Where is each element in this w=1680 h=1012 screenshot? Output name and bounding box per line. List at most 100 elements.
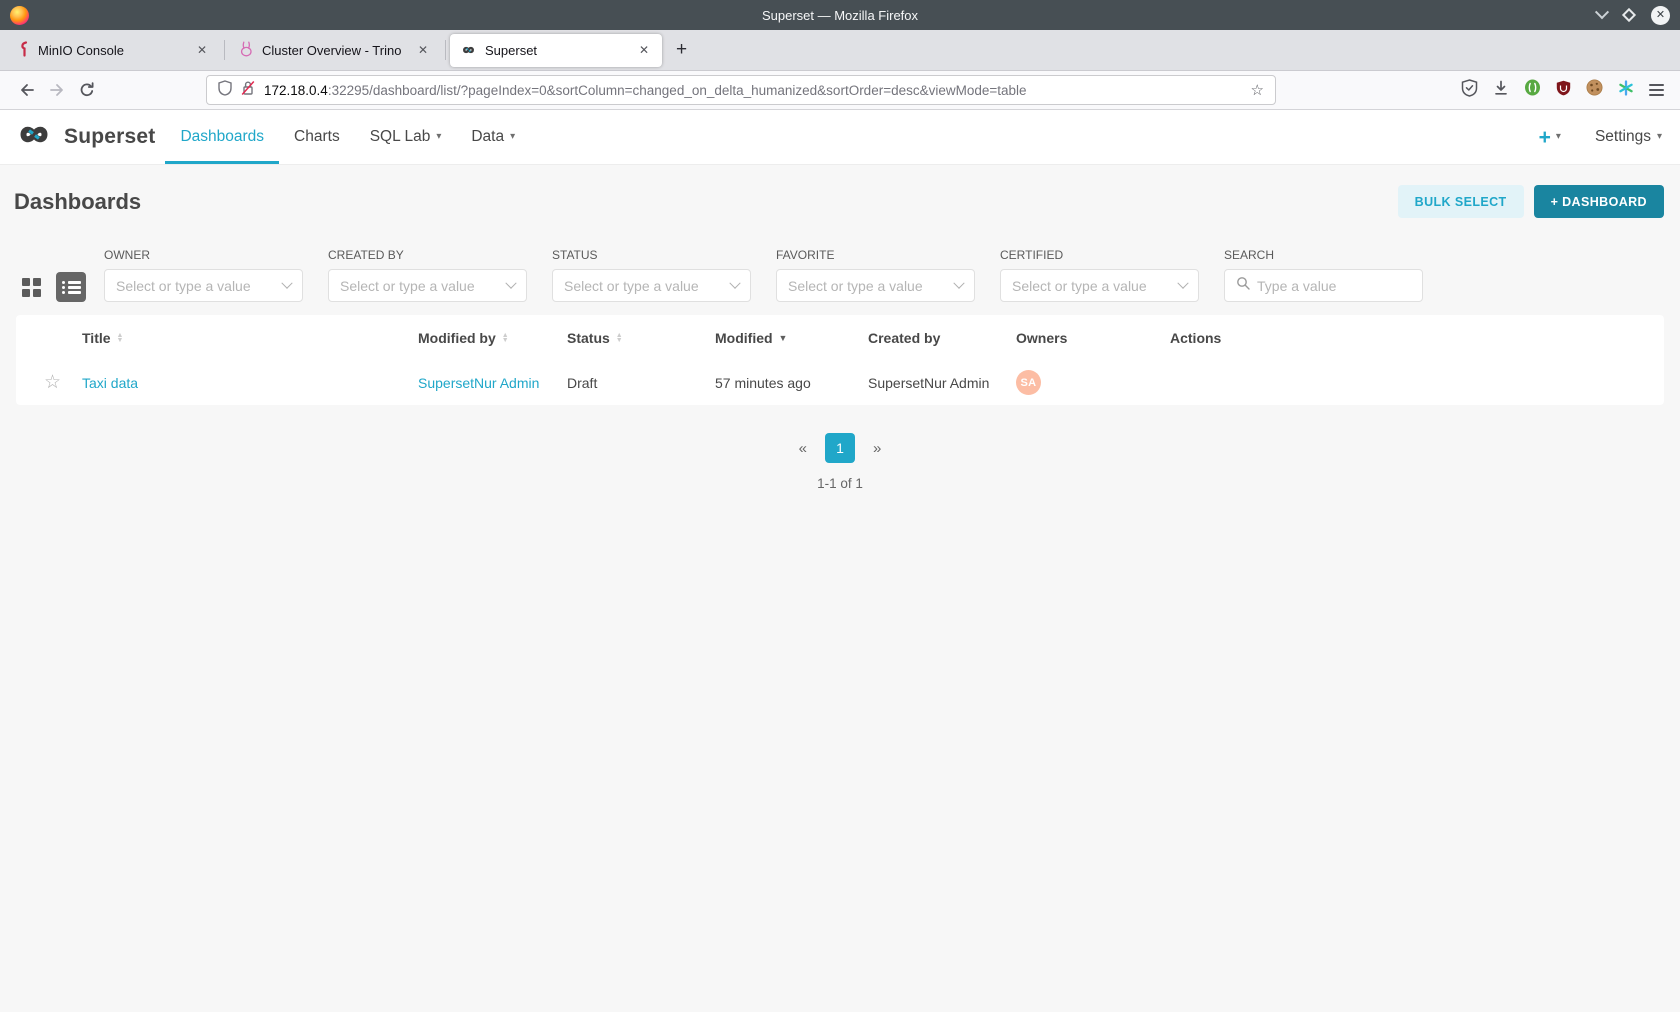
created-by-cell: SupersetNur Admin [868, 375, 1016, 391]
ublock-shield-icon[interactable] [1556, 80, 1571, 101]
status-select[interactable] [552, 269, 751, 302]
created-by-select[interactable] [328, 269, 527, 302]
certified-select-input[interactable] [1012, 278, 1172, 294]
favorite-select[interactable] [776, 269, 975, 302]
tab-close-icon[interactable]: ✕ [415, 42, 431, 58]
settings-menu[interactable]: Settings ▾ [1595, 128, 1662, 146]
modified-by-link[interactable]: SupersetNur Admin [418, 375, 539, 391]
toolbar-extensions [1461, 79, 1668, 102]
column-status[interactable]: Status ▲▼ [567, 330, 715, 346]
nav-item-data[interactable]: Data ▾ [456, 110, 530, 164]
column-label: Actions [1170, 330, 1221, 346]
column-label: Created by [868, 330, 940, 346]
navbar-right: + ▾ Settings ▾ [1539, 110, 1662, 164]
list-view-toggle[interactable] [56, 272, 86, 302]
certified-select[interactable] [1000, 269, 1199, 302]
list-view-icon [62, 279, 81, 296]
tab-trino-cluster-overview[interactable]: Cluster Overview - Trino ✕ [229, 34, 441, 67]
new-item-menu[interactable]: + ▾ [1539, 127, 1561, 148]
owner-select[interactable] [104, 269, 303, 302]
tab-superset-active[interactable]: Superset ✕ [450, 34, 662, 67]
grid-view-icon [22, 278, 41, 297]
trino-bunny-icon [239, 41, 254, 60]
sort-icons: ▲▼ [117, 333, 124, 343]
pagination: « 1 » [0, 433, 1680, 463]
card-view-toggle[interactable] [16, 272, 46, 302]
favorite-select-input[interactable] [788, 278, 948, 294]
filter-label: CREATED BY [328, 248, 527, 262]
extension-asterisk-icon[interactable] [1618, 80, 1634, 101]
bookmark-star-icon[interactable]: ☆ [1251, 81, 1264, 99]
bulk-select-button[interactable]: BULK SELECT [1398, 185, 1524, 218]
status-select-input[interactable] [564, 278, 724, 294]
column-modified-by[interactable]: Modified by ▲▼ [418, 330, 567, 346]
column-created-by: Created by [868, 330, 1016, 346]
superset-brand[interactable]: Superset [13, 110, 155, 164]
url-bar[interactable]: 172.18.0.4:32295/dashboard/list/?pageInd… [206, 75, 1276, 105]
created-by-select-input[interactable] [340, 278, 500, 294]
pagination-current-page[interactable]: 1 [825, 433, 855, 463]
tab-close-icon[interactable]: ✕ [636, 42, 652, 58]
nav-item-label: SQL Lab [370, 128, 431, 146]
plus-icon: + [1539, 127, 1551, 148]
tracking-shield-icon[interactable] [218, 80, 232, 101]
status-cell: Draft [567, 375, 715, 391]
tab-label: MinIO Console [38, 43, 186, 58]
column-title[interactable]: Title ▲▼ [82, 330, 418, 346]
url-host: 172.18.0.4 [264, 83, 328, 98]
download-icon[interactable] [1493, 80, 1509, 101]
header-actions: BULK SELECT + DASHBOARD [1398, 185, 1664, 218]
nav-item-dashboards[interactable]: Dashboards [165, 110, 279, 164]
tab-close-icon[interactable]: ✕ [194, 42, 210, 58]
chevron-down-icon [1177, 277, 1188, 288]
pagination-prev-icon[interactable]: « [793, 440, 813, 457]
extension-green-icon[interactable] [1524, 79, 1541, 101]
chevron-down-icon [281, 277, 292, 288]
cookie-icon[interactable] [1586, 79, 1603, 101]
filter-search: SEARCH [1224, 248, 1423, 302]
insecure-lock-icon[interactable] [241, 80, 255, 101]
owners-cell: SA [1016, 370, 1170, 395]
protections-shield-check-icon[interactable] [1461, 79, 1478, 102]
caret-down-icon: ▾ [1657, 132, 1662, 142]
pagination-summary: 1-1 of 1 [0, 476, 1680, 491]
owner-select-input[interactable] [116, 278, 276, 294]
filter-certified: CERTIFIED [1000, 248, 1199, 302]
owner-avatar[interactable]: SA [1016, 370, 1041, 395]
minio-flamingo-icon [18, 41, 30, 60]
column-owners: Owners [1016, 330, 1170, 346]
filter-created-by: CREATED BY [328, 248, 527, 302]
forward-icon[interactable] [42, 75, 72, 105]
new-tab-button[interactable]: + [676, 39, 687, 61]
window-titlebar: Superset — Mozilla Firefox ✕ [0, 0, 1680, 30]
window-minimize-icon[interactable] [1595, 5, 1609, 19]
column-modified[interactable]: Modified ▼ [715, 330, 868, 346]
pagination-next-icon[interactable]: » [867, 440, 887, 457]
window-maximize-icon[interactable] [1622, 8, 1636, 22]
nav-item-label: Data [471, 128, 504, 146]
menu-hamburger-icon[interactable] [1649, 81, 1664, 99]
sort-icons: ▲▼ [616, 333, 623, 343]
url-path: :32295/dashboard/list/?pageIndex=0&sortC… [328, 83, 1027, 98]
favorite-star-icon[interactable]: ☆ [44, 373, 61, 392]
nav-item-sql-lab[interactable]: SQL Lab ▾ [355, 110, 457, 164]
url-text[interactable]: 172.18.0.4:32295/dashboard/list/?pageInd… [264, 83, 1242, 98]
chevron-down-icon [505, 277, 516, 288]
nav-item-label: Charts [294, 128, 340, 146]
reload-icon[interactable] [72, 75, 102, 105]
add-dashboard-button[interactable]: + DASHBOARD [1534, 185, 1664, 218]
tab-minio-console[interactable]: MinIO Console ✕ [8, 34, 220, 67]
superset-logo-icon [460, 43, 477, 58]
filter-status: STATUS [552, 248, 751, 302]
browser-toolbar: 172.18.0.4:32295/dashboard/list/?pageInd… [0, 71, 1680, 110]
firefox-logo-icon [10, 6, 29, 25]
window-close-icon[interactable]: ✕ [1651, 6, 1670, 25]
search-input[interactable] [1257, 278, 1411, 294]
back-icon[interactable] [12, 75, 42, 105]
nav-item-charts[interactable]: Charts [279, 110, 355, 164]
dashboard-title-link[interactable]: Taxi data [82, 375, 138, 391]
table-row: ☆ Taxi data SupersetNur Admin Draft 57 m… [16, 360, 1664, 405]
superset-navbar: Superset Dashboards Charts SQL Lab ▾ Dat… [0, 110, 1680, 165]
search-box[interactable] [1224, 269, 1423, 302]
page-title: Dashboards [14, 189, 141, 215]
